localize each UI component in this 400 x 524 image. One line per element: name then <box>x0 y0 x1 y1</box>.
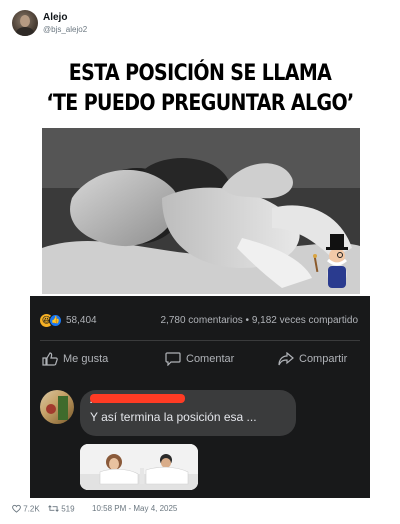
meme-photo <box>42 128 360 294</box>
couple-in-bed-photo <box>42 128 360 294</box>
likes-stat[interactable]: 7.2K <box>12 504 40 513</box>
comment-bubble[interactable]: Al dina Y así termina la posición esa ..… <box>80 390 296 436</box>
comment-attached-image[interactable] <box>80 444 198 490</box>
comment-item: Al dina Y así termina la posición esa ..… <box>40 390 360 490</box>
author-display-name[interactable]: Alejo <box>43 12 67 23</box>
name-redaction-mark <box>90 394 185 403</box>
share-button[interactable]: Compartir <box>278 352 347 370</box>
share-label: Compartir <box>299 353 348 365</box>
share-arrow-icon <box>278 352 294 366</box>
like-reaction-icon: 👍 <box>49 314 62 327</box>
tweet-header: Alejo @bjs_alejo2 <box>12 8 388 38</box>
comment-label: Comentar <box>186 353 235 365</box>
meme-caption-line-2: ‘TE PUEDO PREGUNTAR ALGO’ <box>46 90 354 116</box>
like-label: Me gusta <box>63 353 109 365</box>
divider <box>40 340 360 341</box>
retweets-count: 519 <box>61 504 75 514</box>
comments-shares-count[interactable]: 2,780 comentarios • 9,182 veces comparti… <box>161 315 359 326</box>
thumbs-up-icon <box>42 352 58 366</box>
meme-caption-line-1: ESTA POSICIÓN SE LLAMA <box>68 60 332 86</box>
post-actions: Me gusta Comentar Compartir <box>30 342 370 380</box>
author-avatar[interactable] <box>12 10 38 36</box>
like-button[interactable]: Me gusta <box>42 352 108 370</box>
author-handle[interactable]: @bjs_alejo2 <box>43 25 87 34</box>
reactions-row: 😆 👍 58,404 2,780 comentarios • 9,182 vec… <box>30 296 370 340</box>
facebook-post-screenshot: 😆 👍 58,404 2,780 comentarios • 9,182 vec… <box>30 296 370 498</box>
likes-count: 7.2K <box>23 504 40 514</box>
commenter-avatar[interactable] <box>40 390 74 424</box>
retweet-icon <box>48 505 59 513</box>
meme-caption: ESTA POSICIÓN SE LLAMA ‘TE PUEDO PREGUNT… <box>28 58 372 118</box>
tweet-stats: 7.2K 519 10:58 PM - May 4, 2025 <box>12 504 388 516</box>
reactions-count[interactable]: 58,404 <box>66 315 97 326</box>
comment-button[interactable]: Comentar <box>165 352 234 370</box>
retweets-stat[interactable]: 519 <box>48 504 75 513</box>
tweet-timestamp[interactable]: 10:58 PM - May 4, 2025 <box>92 504 177 513</box>
comment-bubble-icon <box>165 352 181 366</box>
heart-icon <box>12 505 21 514</box>
comment-text: Y así termina la posición esa ... <box>90 410 257 424</box>
meme-image[interactable]: ESTA POSICIÓN SE LLAMA ‘TE PUEDO PREGUNT… <box>28 52 372 498</box>
reaction-icons[interactable]: 😆 👍 <box>40 314 62 328</box>
couple-back-to-back-image <box>80 444 198 490</box>
